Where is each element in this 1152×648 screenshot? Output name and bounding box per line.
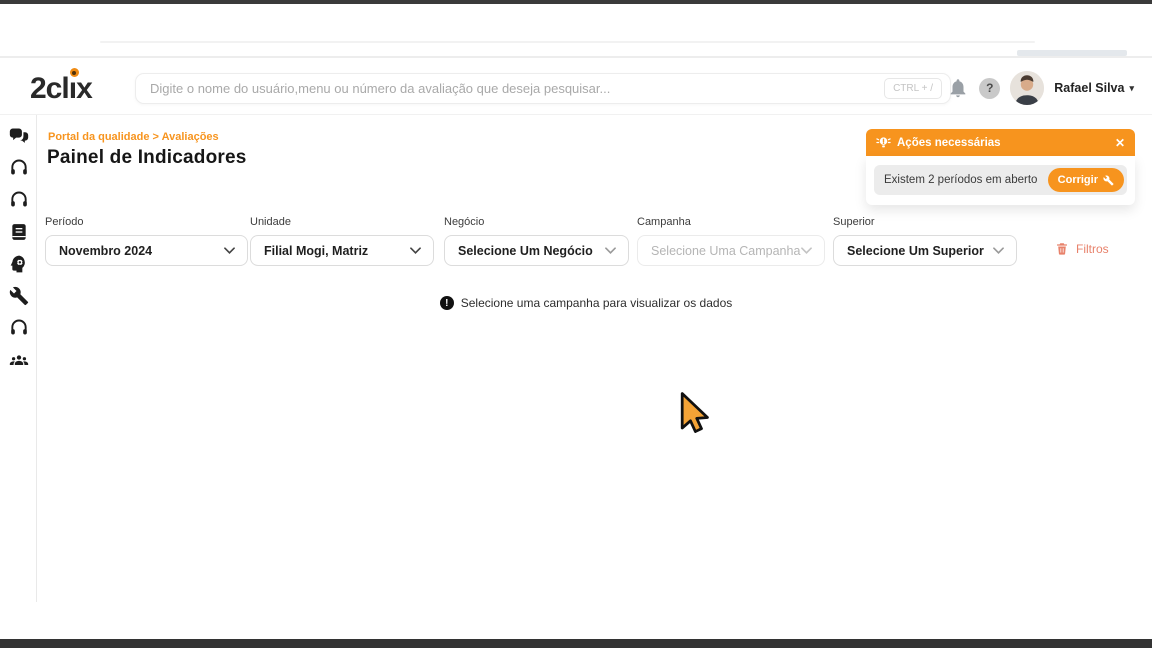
breadcrumb[interactable]: Portal da qualidade > Avaliações [48, 131, 219, 143]
filter-unidade-value: Filial Mogi, Matriz [264, 244, 368, 258]
logo-2clix[interactable]: 2clıx [30, 72, 92, 106]
filter-unidade-label: Unidade [250, 216, 434, 228]
faded-chrome-divider [0, 56, 1152, 58]
filter-negocio-select[interactable]: Selecione Um Negócio [444, 235, 629, 266]
sidebar-item-headset-3[interactable] [9, 318, 29, 338]
chevron-down-icon: ▾ [1129, 83, 1134, 94]
mouse-cursor [676, 392, 716, 438]
filter-negocio-value: Selecione Um Negócio [458, 244, 593, 258]
sidebar-item-book[interactable] [9, 222, 29, 242]
filter-periodo-label: Período [45, 216, 248, 228]
search-input[interactable] [150, 81, 884, 96]
logo-text: 2cl [30, 72, 69, 105]
logo-letter-i: ı [69, 72, 76, 105]
filter-campanha: Campanha Selecione Uma Campanha [637, 216, 825, 266]
filter-superior-label: Superior [833, 216, 1017, 228]
actions-needed-header: Ações necessárias ✕ [866, 129, 1135, 156]
sidebar-item-chat[interactable] [9, 126, 29, 146]
filter-campanha-value: Selecione Uma Campanha [651, 244, 800, 258]
wrench-icon [1103, 175, 1114, 186]
open-periods-alert: Existem 2 períodos em aberto Corrigir [874, 165, 1127, 195]
chevron-down-icon [410, 247, 421, 254]
global-search: CTRL + / [135, 73, 951, 104]
help-icon[interactable]: ? [979, 78, 1000, 99]
app-header: 2clıx CTRL + / ? Rafael Silva ▾ [0, 60, 1152, 115]
filter-negocio: Negócio Selecione Um Negócio [444, 216, 629, 266]
chevron-down-icon [801, 247, 812, 254]
alert-bulb-icon [876, 135, 891, 150]
filter-campanha-label: Campanha [637, 216, 825, 228]
sidebar-item-wrench[interactable] [9, 286, 29, 306]
app-screen: 2clıx CTRL + / ? Rafael Silva ▾ [0, 0, 1152, 648]
filter-superior-value: Selecione Um Superior [847, 244, 984, 258]
user-name-label: Rafael Silva [1054, 81, 1124, 95]
user-avatar[interactable] [1010, 71, 1044, 105]
actions-needed-body: Existem 2 períodos em aberto Corrigir [866, 156, 1135, 205]
filter-superior: Superior Selecione Um Superior [833, 216, 1017, 266]
clear-filters-label: Filtros [1076, 242, 1109, 256]
notifications-bell-icon[interactable] [947, 77, 969, 99]
clear-filters-button[interactable]: Filtros [1055, 241, 1109, 256]
empty-state-message: Selecione uma campanha para visualizar o… [461, 296, 733, 310]
faded-chrome-line [100, 41, 1035, 43]
sidebar-item-head-gear[interactable] [9, 254, 29, 274]
filter-campanha-select[interactable]: Selecione Uma Campanha [637, 235, 825, 266]
exclamation-icon: ! [440, 296, 454, 310]
filter-negocio-label: Negócio [444, 216, 629, 228]
filter-periodo-value: Novembro 2024 [59, 244, 152, 258]
filter-periodo-select[interactable]: Novembro 2024 [45, 235, 248, 266]
trash-icon [1055, 241, 1069, 256]
fix-button-label: Corrigir [1058, 174, 1098, 186]
filter-periodo: Período Novembro 2024 [45, 216, 248, 266]
header-right-cluster: ? Rafael Silva ▾ [947, 68, 1134, 108]
bottom-black-bar [0, 639, 1152, 648]
sidebar [0, 115, 37, 602]
open-periods-message: Existem 2 períodos em aberto [884, 174, 1037, 186]
page-title: Painel de Indicadores [47, 147, 247, 169]
filter-superior-select[interactable]: Selecione Um Superior [833, 235, 1017, 266]
actions-needed-panel: Ações necessárias ✕ Existem 2 períodos e… [866, 129, 1135, 205]
logo-text-end: x [76, 72, 92, 105]
top-black-bar [0, 0, 1152, 4]
sidebar-item-team[interactable] [9, 350, 29, 370]
sidebar-item-headset-1[interactable] [9, 158, 29, 178]
user-menu[interactable]: Rafael Silva ▾ [1054, 81, 1134, 95]
fix-button[interactable]: Corrigir [1048, 168, 1124, 192]
filter-unidade-select[interactable]: Filial Mogi, Matriz [250, 235, 434, 266]
logo-orange-dot-icon [70, 68, 79, 77]
empty-state: ! Selecione uma campanha para visualizar… [37, 296, 1135, 310]
chevron-down-icon [993, 247, 1004, 254]
filter-unidade: Unidade Filial Mogi, Matriz [250, 216, 434, 266]
sidebar-item-headset-2[interactable] [9, 190, 29, 210]
chevron-down-icon [224, 247, 235, 254]
actions-needed-title: Ações necessárias [897, 137, 1109, 149]
chevron-down-icon [605, 247, 616, 254]
close-icon[interactable]: ✕ [1115, 137, 1125, 149]
shortcut-hint-badge: CTRL + / [884, 78, 942, 99]
